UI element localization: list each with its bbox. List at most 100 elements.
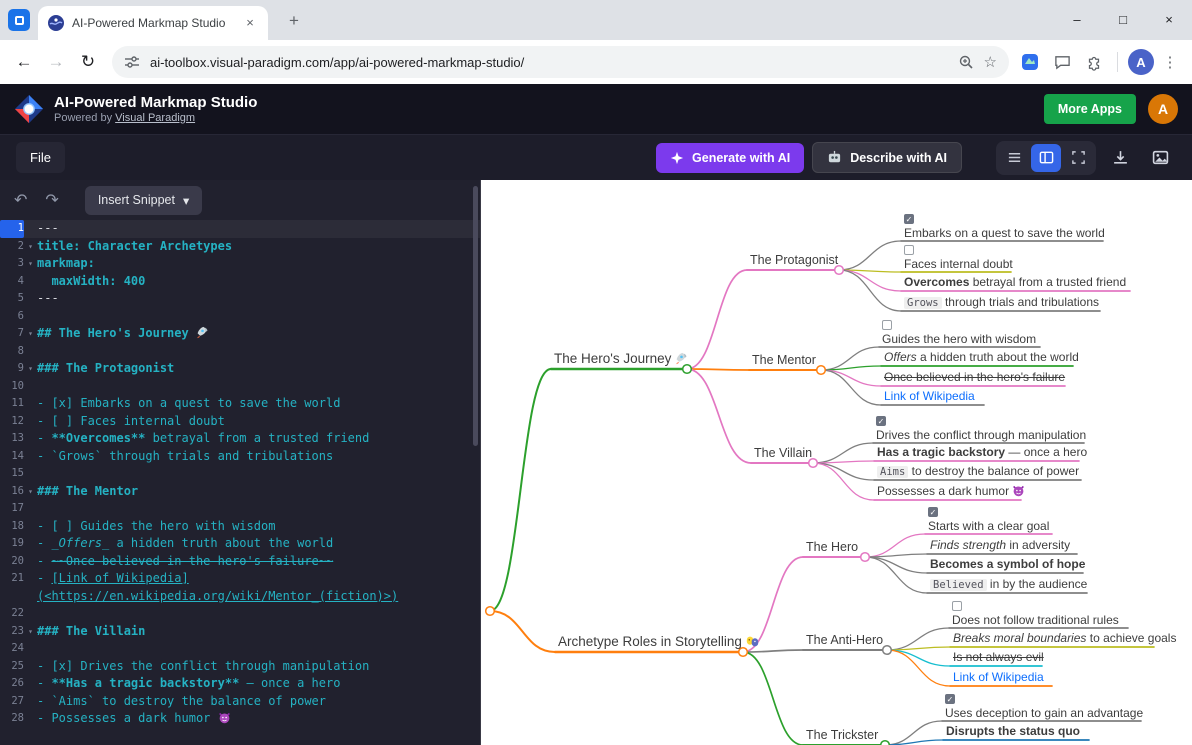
fold-caret-icon[interactable]: ▾ [24, 325, 37, 343]
insert-snippet-button[interactable]: Insert Snippet ▾ [85, 186, 202, 215]
map-node[interactable]: The Protagonist [750, 253, 838, 268]
url-bar[interactable]: ai-toolbox.visual-paradigm.com/app/ai-po… [112, 46, 1009, 78]
generate-with-ai-button[interactable]: Generate with AI [656, 143, 804, 173]
editor-line[interactable]: 28- Possesses a dark humor [0, 710, 480, 728]
browser-profile-avatar[interactable]: A [1128, 49, 1154, 75]
split-view-button[interactable] [1031, 144, 1061, 172]
editor-line[interactable]: 23▾### The Villain [0, 623, 480, 641]
fold-caret-icon[interactable]: ▾ [24, 255, 37, 273]
map-node[interactable]: The Hero's Journey [554, 351, 688, 367]
close-button[interactable]: × [1146, 12, 1192, 27]
visual-paradigm-link[interactable]: Visual Paradigm [115, 112, 195, 124]
file-menu-button[interactable]: File [16, 142, 65, 173]
editor-line[interactable]: 14- `Grows` through trials and tribulati… [0, 448, 480, 466]
map-node-circle[interactable] [881, 741, 890, 745]
map-node[interactable]: Possesses a dark humor [877, 484, 1025, 498]
tab-close-icon[interactable]: × [242, 15, 258, 31]
map-node[interactable]: The Villain [754, 446, 812, 461]
map-node[interactable]: Grows through trials and tribulations [904, 295, 1099, 310]
map-node[interactable]: Disrupts the status quo [946, 724, 1080, 738]
undo-button[interactable]: ↶ [14, 190, 27, 210]
more-apps-button[interactable]: More Apps [1044, 94, 1136, 124]
map-node[interactable]: Believed in by the audience [930, 577, 1087, 592]
editor-line[interactable]: 4 maxWidth: 400 [0, 273, 480, 291]
map-node[interactable]: Link of Wikipedia [953, 670, 1044, 684]
map-node-circle[interactable] [486, 607, 495, 616]
wikipedia-link[interactable]: Link of Wikipedia [884, 389, 975, 403]
map-node[interactable]: Archetype Roles in Storytelling [558, 634, 759, 650]
map-node-circle[interactable] [817, 366, 826, 375]
code-editor[interactable]: 1---2▾title: Character Archetypes3▾markm… [0, 220, 480, 728]
extensions-puzzle-icon[interactable] [1081, 49, 1107, 75]
fold-caret-icon[interactable]: ▾ [24, 360, 37, 378]
editor-line[interactable]: 13- **Overcomes** betrayal from a truste… [0, 430, 480, 448]
editor-only-view-button[interactable] [999, 144, 1029, 172]
extension-icon-blue[interactable] [1017, 49, 1043, 75]
minimize-button[interactable]: – [1054, 12, 1100, 27]
editor-line[interactable]: 10 [0, 378, 480, 396]
new-tab-button[interactable]: + [282, 11, 306, 31]
editor-line[interactable]: 1--- [0, 220, 480, 238]
fold-caret-icon[interactable]: ▾ [24, 623, 37, 641]
editor-line[interactable]: 22 [0, 605, 480, 623]
markmap-panel[interactable]: The Hero's Journey Archetype Roles in St… [481, 180, 1192, 745]
editor-line[interactable]: 26- **Has a tragic backstory** — once a … [0, 675, 480, 693]
zoom-icon[interactable] [958, 54, 974, 70]
map-node-circle[interactable] [883, 646, 892, 655]
editor-scrollbar[interactable] [473, 186, 478, 446]
map-node[interactable]: Becomes a symbol of hope [930, 557, 1085, 571]
map-node[interactable]: Does not follow traditional rules [952, 601, 1119, 627]
browser-menu-icon[interactable]: ⋮ [1160, 53, 1180, 71]
reload-button[interactable]: ↻ [72, 46, 104, 78]
editor-line[interactable]: (<https://en.wikipedia.org/wiki/Mentor_(… [0, 588, 480, 606]
editor-line[interactable]: 7▾## The Hero's Journey [0, 325, 480, 343]
site-settings-icon[interactable] [124, 54, 140, 70]
map-node[interactable]: Guides the hero with wisdom [882, 320, 1036, 346]
wikipedia-link[interactable]: Link of Wikipedia [953, 670, 1044, 684]
editor-line[interactable]: 25- [x] Drives the conflict through mani… [0, 658, 480, 676]
download-button[interactable] [1104, 143, 1136, 173]
editor-line[interactable]: 6 [0, 308, 480, 326]
editor-line[interactable]: 21- [Link of Wikipedia] [0, 570, 480, 588]
editor-line[interactable]: 2▾title: Character Archetypes [0, 238, 480, 256]
editor-line[interactable]: 24 [0, 640, 480, 658]
browser-workspace-icon[interactable] [8, 9, 30, 31]
fold-caret-icon[interactable]: ▾ [24, 483, 37, 501]
editor-line[interactable]: 18- [ ] Guides the hero with wisdom [0, 518, 480, 536]
forward-button[interactable]: → [40, 46, 72, 78]
editor-line[interactable]: 19- _Offers_ a hidden truth about the wo… [0, 535, 480, 553]
map-node[interactable]: ✓Uses deception to gain an advantage [945, 694, 1143, 720]
editor-line[interactable]: 20- ~~Once believed in the hero's failur… [0, 553, 480, 571]
map-node[interactable]: The Hero [806, 540, 858, 555]
editor-line[interactable]: 27- `Aims` to destroy the balance of pow… [0, 693, 480, 711]
map-node[interactable]: Once believed in the hero's failure [884, 370, 1065, 384]
export-image-button[interactable] [1144, 143, 1176, 173]
map-node[interactable]: Breaks moral boundaries to achieve goals [953, 631, 1176, 645]
fullscreen-view-button[interactable] [1063, 144, 1093, 172]
editor-line[interactable]: 3▾markmap: [0, 255, 480, 273]
map-node[interactable]: Aims to destroy the balance of power [877, 464, 1079, 479]
map-node[interactable]: ✓Drives the conflict through manipulatio… [876, 416, 1086, 442]
map-node[interactable]: Finds strength in adversity [930, 538, 1070, 552]
chat-extension-icon[interactable] [1049, 49, 1075, 75]
map-node[interactable]: Faces internal doubt [904, 245, 1013, 271]
fold-caret-icon[interactable]: ▾ [24, 238, 37, 256]
maximize-button[interactable]: □ [1100, 12, 1146, 27]
describe-with-ai-button[interactable]: Describe with AI [812, 142, 962, 173]
editor-line[interactable]: 17 [0, 500, 480, 518]
map-node[interactable]: Is not always evil [953, 650, 1044, 664]
browser-tab[interactable]: AI-Powered Markmap Studio × [38, 6, 268, 40]
editor-line[interactable]: 5--- [0, 290, 480, 308]
editor-line[interactable]: 11- [x] Embarks on a quest to save the w… [0, 395, 480, 413]
url-text[interactable]: ai-toolbox.visual-paradigm.com/app/ai-po… [150, 55, 948, 70]
app-avatar[interactable]: A [1148, 94, 1178, 124]
map-node[interactable]: ✓Embarks on a quest to save the world [904, 214, 1105, 240]
map-node[interactable]: ✓Starts with a clear goal [928, 507, 1049, 533]
map-node[interactable]: The Anti-Hero [806, 633, 883, 648]
map-node[interactable]: Overcomes betrayal from a trusted friend [904, 275, 1126, 289]
map-node[interactable]: Link of Wikipedia [884, 389, 975, 403]
editor-line[interactable]: 8 [0, 343, 480, 361]
editor-line[interactable]: 9▾### The Protagonist [0, 360, 480, 378]
redo-button[interactable]: ↷ [45, 190, 58, 210]
map-node[interactable]: Has a tragic backstory — once a hero [877, 445, 1087, 459]
